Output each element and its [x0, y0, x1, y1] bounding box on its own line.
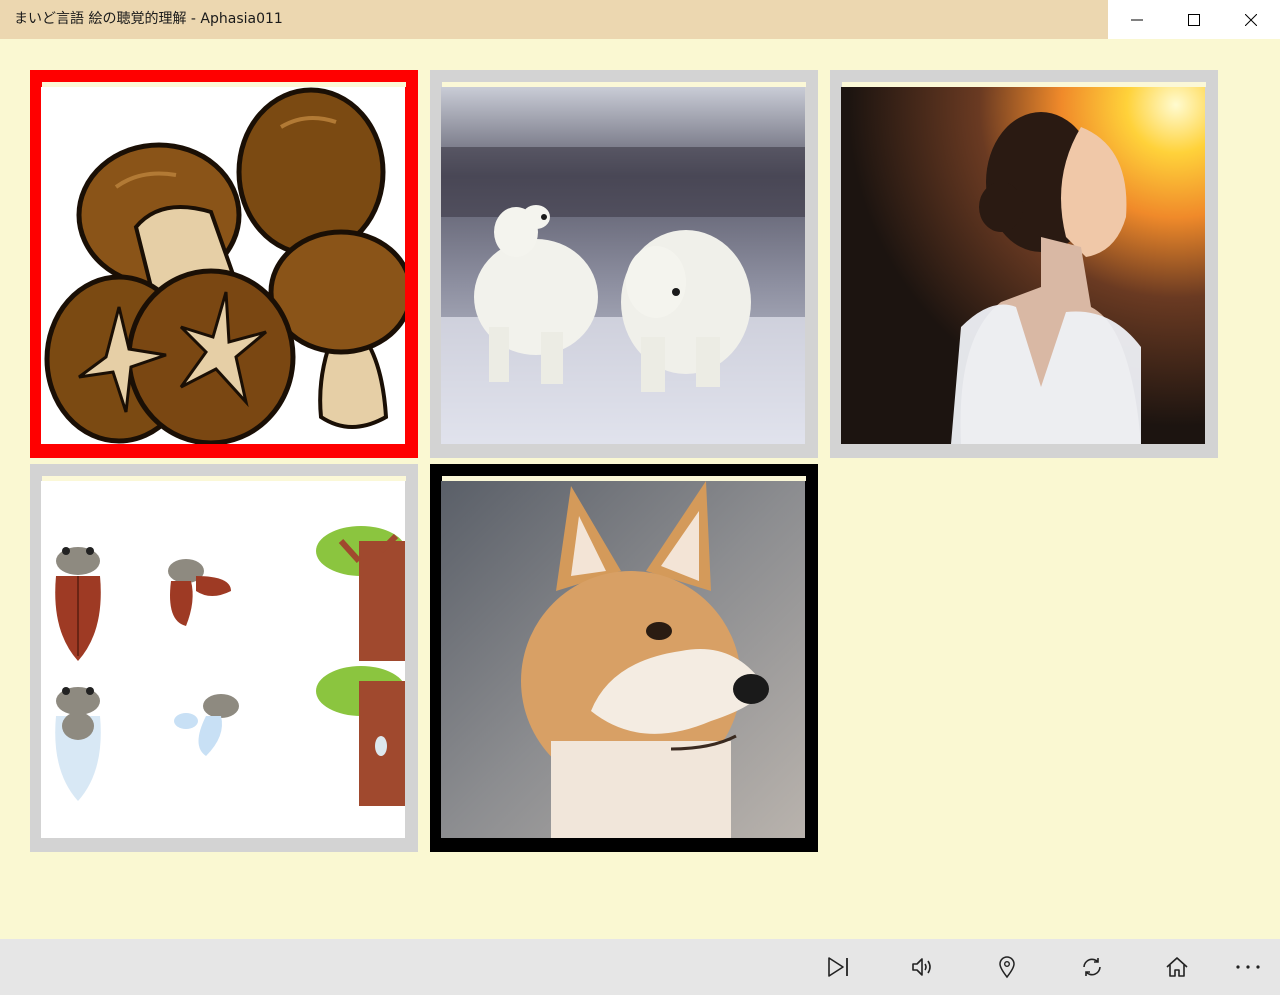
cicadas-image	[41, 481, 405, 838]
mushrooms-image	[41, 87, 405, 444]
close-button[interactable]	[1222, 0, 1279, 39]
window-controls	[1108, 0, 1280, 39]
minimize-icon	[1130, 19, 1143, 20]
refresh-button[interactable]	[1070, 945, 1114, 989]
title-bar: まいど言語 絵の聴覚的理解 - Aphasia011	[0, 0, 1280, 39]
minimize-button[interactable]	[1108, 0, 1165, 39]
picture-card-woman[interactable]	[830, 70, 1218, 458]
more-button[interactable]	[1226, 945, 1270, 989]
maximize-icon	[1187, 13, 1200, 26]
window-title: まいど言語 絵の聴覚的理解 - Aphasia011	[14, 11, 283, 27]
picture-card-mushrooms[interactable]	[30, 70, 418, 458]
shiba-dog-image	[441, 481, 805, 838]
volume-button[interactable]	[900, 945, 944, 989]
home-button[interactable]	[1155, 945, 1199, 989]
home-icon	[1166, 957, 1188, 977]
woman-image	[841, 87, 1205, 444]
map-pin-icon	[999, 956, 1015, 979]
refresh-icon	[1083, 958, 1101, 976]
maximize-button[interactable]	[1165, 0, 1222, 39]
location-button[interactable]	[985, 945, 1029, 989]
more-icon	[1236, 965, 1260, 969]
picture-grid	[0, 39, 1280, 939]
volume-icon	[912, 958, 931, 976]
picture-card-cicadas[interactable]	[30, 464, 418, 852]
command-bar	[0, 939, 1280, 995]
skip-next-icon	[828, 957, 848, 977]
picture-card-polar-bears[interactable]	[430, 70, 818, 458]
picture-card-shiba-dog[interactable]	[430, 464, 818, 852]
polar-bears-image	[441, 87, 805, 444]
close-icon	[1244, 13, 1257, 26]
skip-next-button[interactable]	[816, 945, 860, 989]
